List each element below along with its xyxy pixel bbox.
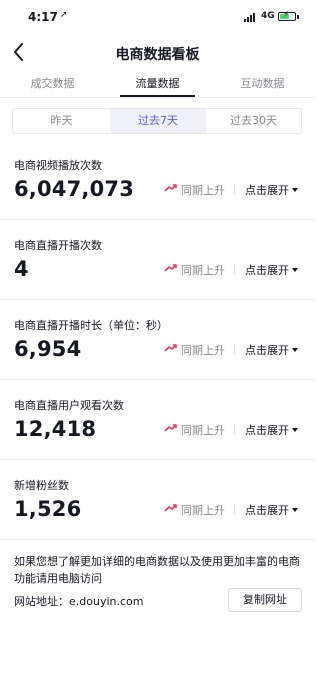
divider [234, 264, 235, 274]
tab-interaction-data[interactable]: 互动数据 [210, 75, 315, 91]
divider [234, 344, 235, 354]
divider [234, 504, 235, 514]
metric-card-new-followers: 新增粉丝数 1,526 同期上升 点击展开 [0, 460, 315, 540]
expand-button[interactable]: 点击展开 [245, 342, 298, 358]
trend-label: 同期上升 [181, 344, 225, 357]
trend-up-icon [164, 504, 177, 512]
expand-label: 点击展开 [245, 264, 289, 277]
expand-button[interactable]: 点击展开 [245, 262, 298, 278]
copy-url-button[interactable]: 复制网址 [228, 588, 302, 612]
caret-down-icon [292, 188, 298, 192]
metric-card-video-plays: 电商视频播放次数 6,047,073 同期上升 点击展开 [0, 140, 315, 220]
tab-bar: 成交数据 流量数据 互动数据 [0, 68, 315, 98]
metric-value: 1,526 [14, 497, 82, 521]
trend-label: 同期上升 [181, 504, 225, 517]
divider [234, 424, 235, 434]
trend-label: 同期上升 [181, 184, 225, 197]
caret-down-icon [292, 348, 298, 352]
trend-up-icon [164, 344, 177, 352]
metric-value: 6,047,073 [14, 177, 135, 201]
trend-up-icon [164, 184, 177, 192]
expand-button[interactable]: 点击展开 [245, 502, 298, 518]
location-arrow-icon: ➚ [60, 10, 68, 20]
period-selector: 昨天 过去7天 过去30天 [12, 108, 302, 134]
metric-label: 新增粉丝数 [14, 479, 69, 492]
caret-down-icon [292, 428, 298, 432]
expand-label: 点击展开 [245, 424, 289, 437]
network-type: 4G [261, 11, 275, 21]
active-tab-indicator [120, 95, 195, 97]
period-yesterday[interactable]: 昨天 [13, 109, 110, 133]
signal-icon [244, 13, 258, 22]
metric-label: 电商直播开播时长（单位：秒） [14, 319, 168, 332]
desktop-access-note: 如果您想了解更加详细的电商数据以及使用更加丰富的电商功能请用电脑访问 [14, 555, 300, 585]
status-bar: 4:17 ➚ 4G ⚡ [0, 0, 315, 36]
trend-up-icon [164, 264, 177, 272]
website-address: 网站地址：e.douyin.com [14, 595, 144, 608]
nav-bar: 电商数据看板 [0, 36, 315, 68]
trend-up-icon [164, 424, 177, 432]
divider [234, 184, 235, 194]
tab-traffic-data[interactable]: 流量数据 [105, 75, 210, 91]
metric-label: 电商直播开播次数 [14, 239, 102, 252]
metric-value: 12,418 [14, 417, 97, 441]
metric-card-live-views: 电商直播用户观看次数 12,418 同期上升 点击展开 [0, 380, 315, 460]
expand-label: 点击展开 [245, 504, 289, 517]
caret-down-icon [292, 268, 298, 272]
metric-label: 电商视频播放次数 [14, 159, 102, 172]
period-last-7-days[interactable]: 过去7天 [110, 109, 206, 133]
trend-label: 同期上升 [181, 264, 225, 277]
status-time: 4:17 [28, 10, 58, 24]
expand-button[interactable]: 点击展开 [245, 182, 298, 198]
tab-transaction-data[interactable]: 成交数据 [0, 75, 105, 91]
battery-cap [297, 15, 299, 19]
expand-button[interactable]: 点击展开 [245, 422, 298, 438]
charging-bolt-icon: ⚡ [283, 10, 290, 20]
expand-label: 点击展开 [245, 184, 289, 197]
metric-card-live-duration: 电商直播开播时长（单位：秒） 6,954 同期上升 点击展开 [0, 300, 315, 380]
expand-label: 点击展开 [245, 344, 289, 357]
period-last-30-days[interactable]: 过去30天 [206, 109, 301, 133]
metric-card-live-sessions: 电商直播开播次数 4 同期上升 点击展开 [0, 220, 315, 300]
metric-value: 4 [14, 257, 29, 281]
metric-value: 6,954 [14, 337, 82, 361]
page-title: 电商数据看板 [115, 47, 200, 63]
trend-label: 同期上升 [181, 424, 225, 437]
battery-icon: ⚡ [278, 10, 296, 21]
metric-label: 电商直播用户观看次数 [14, 399, 124, 412]
caret-down-icon [292, 508, 298, 512]
